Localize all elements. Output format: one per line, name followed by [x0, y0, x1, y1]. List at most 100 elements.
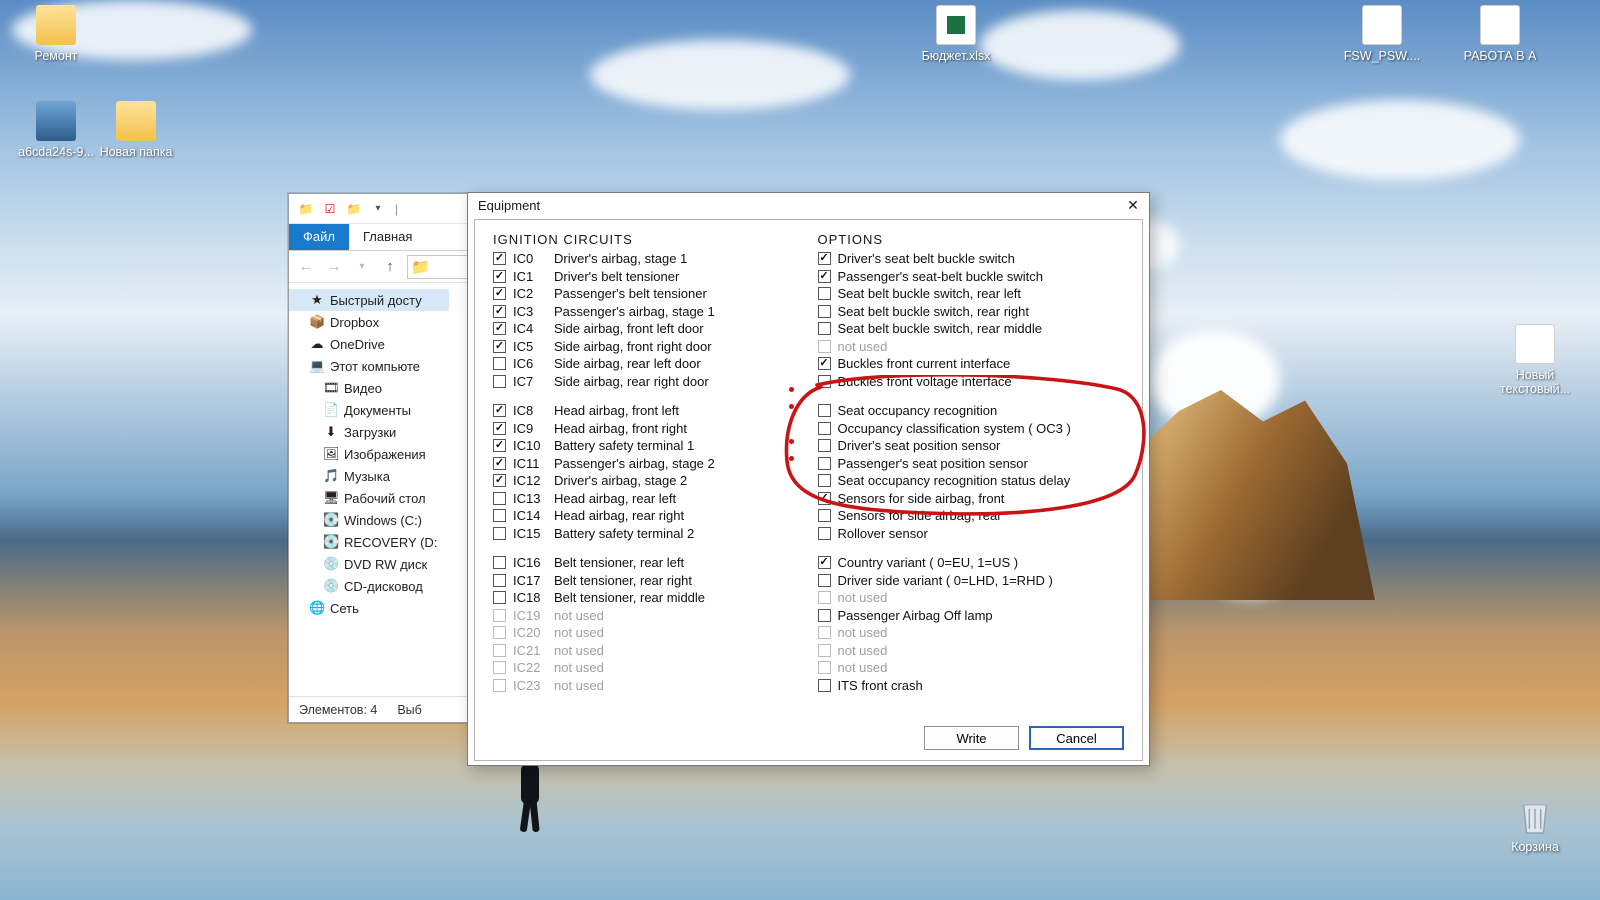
- option-checkbox[interactable]: [818, 439, 831, 452]
- tree-item[interactable]: 🎵Музыка: [289, 465, 449, 487]
- cancel-button[interactable]: Cancel: [1029, 726, 1124, 750]
- option-checkbox[interactable]: [493, 375, 506, 388]
- ignition-header: IGNITION CIRCUITS: [493, 228, 800, 250]
- option-checkbox[interactable]: [493, 439, 506, 452]
- tree-item[interactable]: ★Быстрый досту: [289, 289, 449, 311]
- option-row: Seat occupancy recognition: [818, 402, 1125, 420]
- option-checkbox[interactable]: [818, 287, 831, 300]
- tree-item-label: Windows (C:): [344, 513, 422, 528]
- option-label: Seat occupancy recognition status delay: [838, 473, 1071, 488]
- nav-fwd-icon[interactable]: →: [323, 258, 345, 275]
- option-checkbox[interactable]: [493, 422, 506, 435]
- tree-item-icon: 💽: [323, 534, 339, 550]
- option-row: IC5Side airbag, front right door: [493, 338, 800, 356]
- option-row: IC8Head airbag, front left: [493, 402, 800, 420]
- close-icon[interactable]: ✕: [1121, 195, 1145, 215]
- option-checkbox[interactable]: [493, 474, 506, 487]
- option-checkbox[interactable]: [493, 252, 506, 265]
- option-checkbox[interactable]: [493, 270, 506, 283]
- tree-item[interactable]: 🌐Сеть: [289, 597, 449, 619]
- option-checkbox[interactable]: [493, 287, 506, 300]
- option-checkbox[interactable]: [493, 322, 506, 335]
- desktop-icon-label: Новый текстовый...: [1495, 368, 1575, 396]
- option-checkbox[interactable]: [818, 252, 831, 265]
- option-label: Passenger's airbag, stage 2: [554, 456, 715, 471]
- option-label: not used: [838, 590, 888, 605]
- option-checkbox[interactable]: [493, 357, 506, 370]
- option-checkbox[interactable]: [818, 375, 831, 388]
- option-checkbox[interactable]: [493, 591, 506, 604]
- icon-korzina[interactable]: Корзина: [1495, 796, 1575, 854]
- option-checkbox[interactable]: [818, 322, 831, 335]
- option-checkbox[interactable]: [818, 556, 831, 569]
- ribbon-tab-file[interactable]: Файл: [289, 224, 349, 250]
- tree-item[interactable]: 💻Этот компьюте: [289, 355, 449, 377]
- option-checkbox[interactable]: [493, 509, 506, 522]
- tree-item[interactable]: 💿DVD RW диск: [289, 553, 449, 575]
- option-row: not used: [818, 659, 1125, 677]
- option-checkbox[interactable]: [818, 422, 831, 435]
- option-checkbox[interactable]: [818, 357, 831, 370]
- tree-item[interactable]: ⬇Загрузки: [289, 421, 449, 443]
- option-id: IC15: [513, 526, 547, 541]
- explorer-qa-save[interactable]: ☑: [319, 198, 341, 220]
- option-checkbox[interactable]: [493, 340, 506, 353]
- option-checkbox[interactable]: [818, 305, 831, 318]
- explorer-qa-drop[interactable]: ▾: [367, 198, 389, 220]
- tree-item[interactable]: 📄Документы: [289, 399, 449, 421]
- icon-novyy-txt[interactable]: Новый текстовый...: [1495, 324, 1575, 396]
- tree-item[interactable]: ☁OneDrive: [289, 333, 449, 355]
- icon-fsw-psw[interactable]: FSW_PSW....: [1342, 5, 1422, 63]
- option-label: Passenger's belt tensioner: [554, 286, 707, 301]
- option-row: Driver's seat position sensor: [818, 437, 1125, 455]
- write-button[interactable]: Write: [924, 726, 1019, 750]
- desktop-icon-glyph: [36, 101, 76, 141]
- icon-remont[interactable]: Ремонт: [16, 5, 96, 63]
- option-checkbox[interactable]: [818, 270, 831, 283]
- option-row: Driver's seat belt buckle switch: [818, 250, 1125, 268]
- tree-item[interactable]: 💽Windows (C:): [289, 509, 449, 531]
- option-row: IC0Driver's airbag, stage 1: [493, 250, 800, 268]
- option-id: IC10: [513, 438, 547, 453]
- option-label: Head airbag, rear right: [554, 508, 684, 523]
- nav-back-icon[interactable]: ←: [295, 258, 317, 275]
- icon-rabota[interactable]: РАБОТА В А: [1460, 5, 1540, 63]
- option-checkbox: [818, 661, 831, 674]
- ribbon-tab-main[interactable]: Главная: [349, 224, 426, 250]
- tree-item-icon: 💻: [309, 358, 325, 374]
- tree-item[interactable]: 🖼Изображения: [289, 443, 449, 465]
- explorer-qa-folder[interactable]: 📁: [343, 198, 365, 220]
- option-checkbox[interactable]: [493, 556, 506, 569]
- option-checkbox[interactable]: [818, 492, 831, 505]
- option-checkbox[interactable]: [818, 609, 831, 622]
- option-checkbox[interactable]: [493, 457, 506, 470]
- equipment-dialog: Equipment ✕ IGNITION CIRCUITS IC0Driver'…: [467, 192, 1150, 766]
- tree-item[interactable]: 💽RECOVERY (D:: [289, 531, 449, 553]
- tree-item[interactable]: 📦Dropbox: [289, 311, 449, 333]
- option-id: IC4: [513, 321, 547, 336]
- tree-item[interactable]: 💿CD-дисковод: [289, 575, 449, 597]
- option-checkbox[interactable]: [493, 492, 506, 505]
- option-checkbox[interactable]: [493, 574, 506, 587]
- option-label: Battery safety terminal 1: [554, 438, 694, 453]
- tree-item[interactable]: 🖥Рабочий стол: [289, 487, 449, 509]
- icon-novaya-papka[interactable]: Новая папка: [96, 101, 176, 159]
- option-row: IC12Driver's airbag, stage 2: [493, 472, 800, 490]
- option-checkbox[interactable]: [818, 527, 831, 540]
- option-checkbox[interactable]: [818, 474, 831, 487]
- dialog-titlebar[interactable]: Equipment ✕: [468, 193, 1149, 217]
- option-checkbox[interactable]: [818, 509, 831, 522]
- icon-budget[interactable]: Бюджет.xlsx: [916, 5, 996, 63]
- option-checkbox[interactable]: [818, 404, 831, 417]
- option-checkbox[interactable]: [493, 527, 506, 540]
- tree-item[interactable]: 🎞Видео: [289, 377, 449, 399]
- option-checkbox[interactable]: [493, 305, 506, 318]
- option-label: Passenger's seat position sensor: [838, 456, 1028, 471]
- option-checkbox[interactable]: [818, 574, 831, 587]
- icon-a6cda24s[interactable]: a6cda24s-9...: [16, 101, 96, 159]
- option-checkbox[interactable]: [818, 679, 831, 692]
- nav-up-icon[interactable]: ↑: [379, 258, 401, 275]
- nav-recent-icon[interactable]: ▾: [351, 261, 373, 272]
- option-checkbox[interactable]: [818, 457, 831, 470]
- option-checkbox[interactable]: [493, 404, 506, 417]
